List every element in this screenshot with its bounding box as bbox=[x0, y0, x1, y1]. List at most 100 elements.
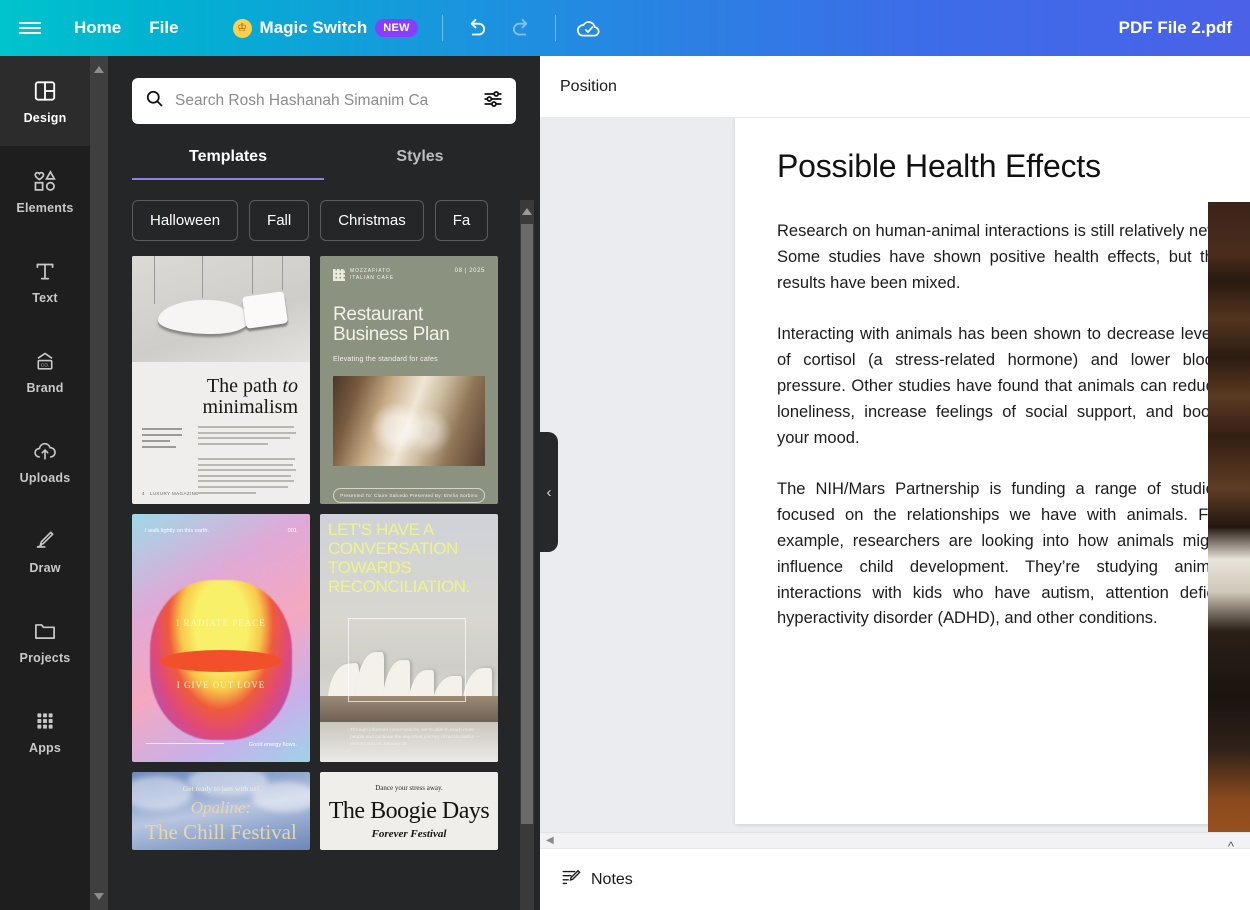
search-icon bbox=[144, 88, 165, 114]
chip-partial[interactable]: Fa bbox=[434, 199, 489, 241]
sidebar-item-projects[interactable]: Projects bbox=[0, 596, 90, 686]
templates-scroll-thumb[interactable] bbox=[521, 224, 533, 824]
canva-pdf-editor-window: Home File ♔ Magic Switch NEW PDF File 2. bbox=[0, 0, 1250, 910]
templates-scrollbar[interactable] bbox=[520, 200, 534, 910]
frame-box bbox=[348, 618, 466, 702]
sidebar-item-apps[interactable]: Apps bbox=[0, 686, 90, 776]
top-toolbar: Home File ♔ Magic Switch NEW PDF File 2. bbox=[0, 0, 1250, 56]
minimalism-footer: 4 LUXURY MAGAZINE bbox=[142, 491, 199, 496]
affirmation-top-right: 001 bbox=[287, 528, 297, 534]
chip-fall[interactable]: Fall bbox=[249, 199, 310, 241]
page-heading[interactable]: Possible Health Effects bbox=[777, 148, 1223, 185]
chevron-left-icon: ‹ bbox=[546, 483, 552, 501]
boogie-subtitle: Forever Festival bbox=[371, 828, 447, 840]
template-card-minimalism[interactable]: The path to minimalism 4 LUXURY MAGAZINE bbox=[132, 256, 310, 504]
templates-scroll-up-icon[interactable] bbox=[522, 208, 532, 215]
hamburger-menu-icon[interactable] bbox=[0, 0, 60, 56]
sidebar-label-text: Text bbox=[32, 290, 58, 305]
restaurant-date: 08 | 2025 bbox=[454, 268, 485, 274]
sidebar-item-brand[interactable]: CO. Brand bbox=[0, 326, 90, 416]
search-box[interactable] bbox=[132, 78, 516, 124]
restaurant-photo bbox=[333, 376, 485, 467]
reconciliation-caption: Through informed conversations, we're ab… bbox=[350, 728, 481, 747]
reconciliation-title: LET'S HAVE A CONVERSATION TOWARDS RECONC… bbox=[328, 520, 470, 596]
sidebar-item-draw[interactable]: Draw bbox=[0, 506, 90, 596]
chip-halloween[interactable]: Halloween bbox=[132, 199, 239, 241]
sidebar-label-brand: Brand bbox=[26, 380, 64, 395]
affirmation-line1: I RADIATE PEACE bbox=[176, 618, 266, 628]
template-card-boogie-days[interactable]: Dance your stress away. The Boogie Days … bbox=[320, 772, 498, 850]
page-paragraph-1[interactable]: Research on human-animal interactions is… bbox=[777, 219, 1223, 296]
scroll-up-arrow-icon[interactable] bbox=[94, 66, 104, 73]
category-chips: Halloween Fall Christmas Fa › bbox=[108, 180, 540, 246]
page-paragraph-2[interactable]: Interacting with animals has been shown … bbox=[777, 322, 1223, 451]
restaurant-brand-line2: ITALIAN CAFE bbox=[350, 274, 395, 281]
scroll-down-arrow-icon[interactable] bbox=[94, 893, 104, 900]
sidebar-item-elements[interactable]: Elements bbox=[0, 146, 90, 236]
left-sidebar-rail: Design Elements Text CO. Brand Uploads D… bbox=[0, 56, 90, 910]
restaurant-brand-line1: MOZZAFIATO bbox=[350, 268, 391, 274]
affirmation-top-left: I walk lightly on this earth. bbox=[145, 528, 210, 534]
sidebar-item-design[interactable]: Design bbox=[0, 56, 90, 146]
opaline-title-italic: Opaline: bbox=[190, 798, 252, 817]
toolbar-divider-2 bbox=[554, 15, 556, 41]
sidebar-item-uploads[interactable]: Uploads bbox=[0, 416, 90, 506]
cloud-check-saved-icon[interactable] bbox=[566, 0, 612, 56]
notes-pencil-icon bbox=[560, 866, 582, 893]
position-toolbar: Position bbox=[540, 56, 1250, 118]
affirmation-rule bbox=[146, 743, 224, 744]
collapse-panel-button[interactable]: ‹ bbox=[540, 432, 558, 552]
toolbar-divider-1 bbox=[441, 15, 443, 41]
template-card-affirmation[interactable]: I walk lightly on this earth. 001 I RADI… bbox=[132, 514, 310, 762]
magic-switch-button[interactable]: ♔ Magic Switch NEW bbox=[219, 18, 432, 38]
template-card-opaline-festival[interactable]: Get ready to jam with us! Opaline: The C… bbox=[132, 772, 310, 850]
new-badge: NEW bbox=[375, 19, 418, 37]
document-title[interactable]: PDF File 2.pdf bbox=[1119, 18, 1250, 38]
tab-styles[interactable]: Styles bbox=[324, 138, 516, 180]
cloud-upload-icon bbox=[32, 438, 58, 464]
template-card-restaurant-plan[interactable]: MOZZAFIATO ITALIAN CAFE 08 | 2025 Restau… bbox=[320, 256, 498, 504]
restaurant-title: Restaurant Business Plan bbox=[333, 304, 450, 346]
pen-draw-icon bbox=[32, 528, 58, 554]
page-paragraph-3[interactable]: The NIH/Mars Partnership is funding a ra… bbox=[777, 477, 1223, 632]
tab-templates[interactable]: Templates bbox=[132, 138, 324, 180]
position-button[interactable]: Position bbox=[560, 78, 617, 96]
search-input[interactable] bbox=[175, 92, 472, 110]
mozzafiato-logo-icon bbox=[333, 268, 345, 281]
affirmation-topline: I walk lightly on this earth. 001 bbox=[132, 514, 310, 534]
notes-bar[interactable]: Notes bbox=[540, 848, 1250, 910]
templates-panel: Templates Styles Halloween Fall Christma… bbox=[108, 56, 540, 910]
boogie-kicker: Dance your stress away. bbox=[375, 784, 443, 792]
folder-icon bbox=[32, 618, 58, 644]
text-t-icon bbox=[32, 258, 58, 284]
sidebar-item-text[interactable]: Text bbox=[0, 236, 90, 326]
shapes-icon bbox=[32, 168, 58, 194]
template-grid: The path to minimalism 4 LUXURY MAGAZINE bbox=[108, 246, 540, 850]
minimalism-meta bbox=[142, 428, 182, 452]
crown-icon: ♔ bbox=[232, 18, 252, 38]
undo-button[interactable] bbox=[453, 0, 499, 56]
dog-photo[interactable] bbox=[1208, 202, 1250, 848]
caret-left-icon[interactable]: ◀ bbox=[546, 835, 554, 846]
affirmation-footer: Good energy flows. bbox=[248, 742, 297, 748]
magic-switch-label: Magic Switch bbox=[259, 18, 368, 37]
redo-button[interactable] bbox=[499, 0, 545, 56]
editor-area: Position Possible Health Effects Researc… bbox=[540, 56, 1250, 910]
canvas-horizontal-scrollbar[interactable]: ◀ bbox=[540, 832, 1250, 848]
filter-sliders-icon[interactable] bbox=[482, 88, 504, 115]
chip-christmas[interactable]: Christmas bbox=[320, 199, 424, 241]
nav-home[interactable]: Home bbox=[60, 0, 135, 56]
grid-dots-icon bbox=[32, 708, 58, 734]
notes-label: Notes bbox=[591, 870, 633, 888]
template-card-reconciliation[interactable]: LET'S HAVE A CONVERSATION TOWARDS RECONC… bbox=[320, 514, 498, 762]
panel-tabs: Templates Styles bbox=[108, 138, 540, 180]
nav-file[interactable]: File bbox=[135, 0, 192, 56]
canvas-scroll-area[interactable]: Possible Health Effects Research on huma… bbox=[540, 118, 1250, 848]
sidebar-scrollbar[interactable] bbox=[90, 56, 108, 910]
minimalism-photo bbox=[132, 256, 310, 362]
pdf-page[interactable]: Possible Health Effects Research on huma… bbox=[735, 118, 1250, 824]
search-row bbox=[108, 56, 540, 124]
sidebar-label-draw: Draw bbox=[29, 560, 61, 575]
minimalism-title: The path to minimalism bbox=[202, 375, 298, 418]
sidebar-label-uploads: Uploads bbox=[19, 470, 71, 485]
